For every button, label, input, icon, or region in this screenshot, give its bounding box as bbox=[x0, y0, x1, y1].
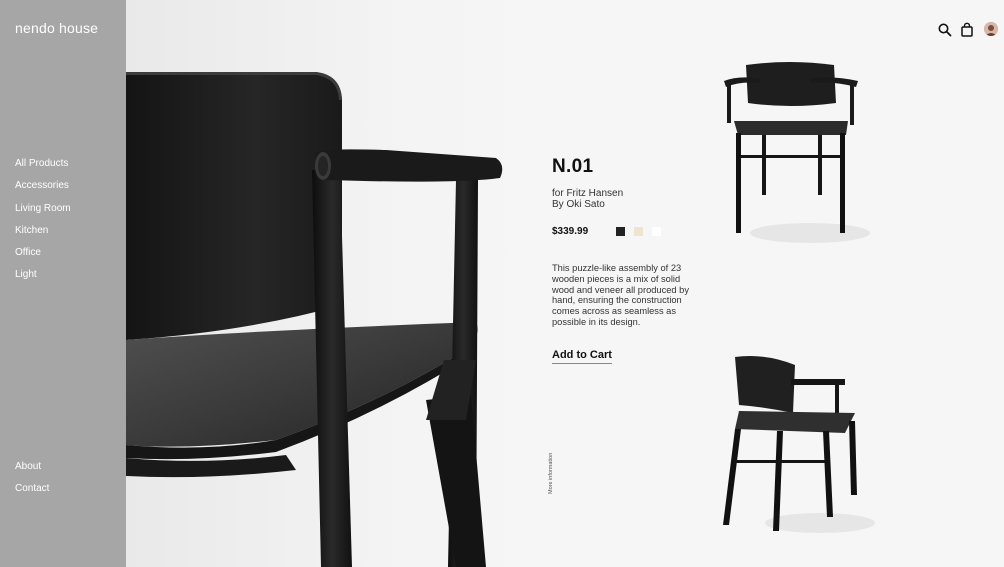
color-swatch-white[interactable] bbox=[652, 227, 661, 236]
nav-item-contact[interactable]: Contact bbox=[15, 482, 49, 504]
footer-nav: About Contact bbox=[15, 460, 49, 505]
color-swatch-black[interactable] bbox=[616, 227, 625, 236]
product-photo-angle[interactable] bbox=[705, 345, 875, 550]
nav-item-all-products[interactable]: All Products bbox=[15, 157, 71, 179]
brand-logo[interactable]: nendo house bbox=[15, 20, 98, 36]
nav-item-kitchen[interactable]: Kitchen bbox=[15, 224, 71, 246]
category-nav: All Products Accessories Living Room Kit… bbox=[15, 157, 71, 291]
add-to-cart-button[interactable]: Add to Cart bbox=[552, 349, 612, 364]
color-swatch-beige[interactable] bbox=[634, 227, 643, 236]
nav-item-accessories[interactable]: Accessories bbox=[15, 179, 71, 201]
shopping-bag-icon[interactable] bbox=[959, 22, 975, 38]
search-icon[interactable] bbox=[937, 22, 953, 38]
nav-item-office[interactable]: Office bbox=[15, 246, 71, 268]
hero-image bbox=[126, 0, 544, 567]
nav-item-light[interactable]: Light bbox=[15, 268, 71, 290]
nav-item-living-room[interactable]: Living Room bbox=[15, 202, 71, 224]
sidebar: nendo house All Products Accessories Liv… bbox=[0, 0, 126, 567]
product-designer: By Oki Sato bbox=[552, 199, 605, 210]
product-brand: for Fritz Hansen bbox=[552, 188, 624, 199]
nav-item-about[interactable]: About bbox=[15, 460, 49, 482]
product-description: This puzzle-like assembly of 23 wooden p… bbox=[552, 263, 689, 327]
more-information-link[interactable]: More information bbox=[548, 453, 554, 494]
chair-closeup-illustration bbox=[126, 72, 503, 567]
product-photo-front[interactable] bbox=[700, 55, 870, 250]
product-price: $339.99 bbox=[552, 226, 589, 237]
user-avatar[interactable] bbox=[984, 22, 998, 36]
product-title: N.01 bbox=[552, 156, 594, 177]
